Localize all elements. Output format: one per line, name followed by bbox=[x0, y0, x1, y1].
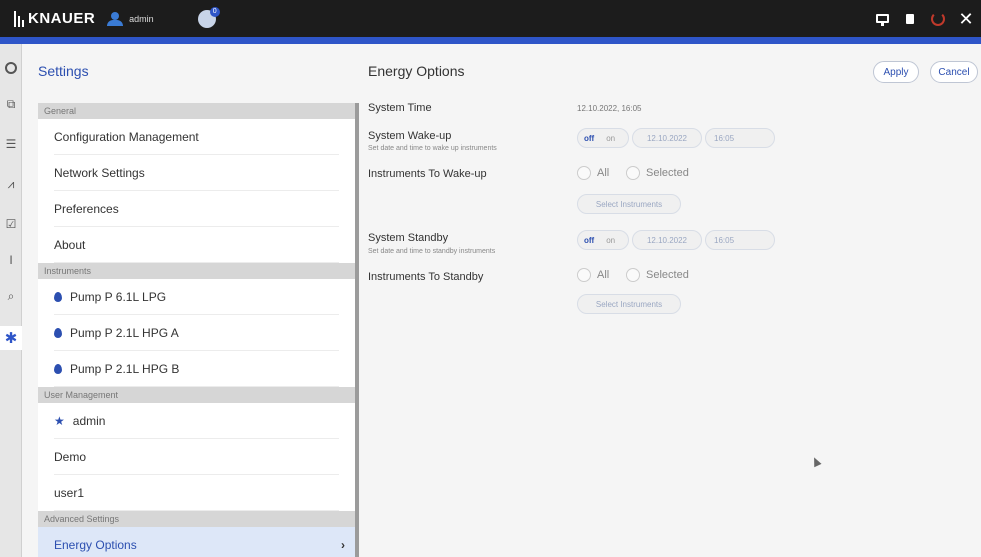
list-item-label: user1 bbox=[54, 486, 85, 500]
pump-drop-icon bbox=[54, 364, 62, 374]
system-standby-description: Set date and time to standby instruments bbox=[368, 248, 496, 255]
list-item-admin[interactable]: ★ admin bbox=[38, 403, 355, 439]
section-header-instruments: Instruments bbox=[38, 263, 355, 279]
list-item-pump-hpg-b[interactable]: Pump P 2.1L HPG B bbox=[38, 351, 355, 387]
toggle-off[interactable]: off bbox=[578, 134, 600, 143]
method-list-icon[interactable]: ☰ bbox=[0, 132, 22, 156]
run-circle-icon[interactable] bbox=[0, 56, 22, 80]
user-icon bbox=[107, 11, 124, 26]
section-header-general: General bbox=[38, 103, 355, 119]
list-item-label: Preferences bbox=[54, 202, 119, 216]
list-item-label: Pump P 2.1L HPG B bbox=[70, 362, 180, 376]
toggle-on[interactable]: on bbox=[600, 134, 621, 143]
list-item-label: Pump P 6.1L LPG bbox=[70, 290, 167, 304]
logo-bars-icon bbox=[14, 10, 24, 27]
top-bar: KNAUER admin 0 ✕ bbox=[0, 0, 981, 37]
radio-circle-icon bbox=[577, 268, 591, 282]
settings-gear-icon[interactable]: ✱ bbox=[0, 326, 22, 350]
accent-strip bbox=[0, 37, 981, 44]
window-controls: ✕ bbox=[875, 0, 974, 37]
mouse-pointer-icon bbox=[810, 455, 822, 468]
list-item-label: admin bbox=[72, 414, 106, 428]
radio-circle-icon bbox=[626, 166, 640, 180]
list-item-about[interactable]: About bbox=[38, 227, 355, 263]
wakeup-radio-all[interactable]: All bbox=[577, 166, 609, 180]
system-time-label: System Time bbox=[368, 102, 432, 114]
standby-date-field[interactable]: 12.10.2022 bbox=[632, 230, 702, 250]
search-report-icon[interactable]: ⌕ bbox=[0, 284, 22, 308]
settings-title: Settings bbox=[38, 63, 89, 79]
instruments-to-standby-label: Instruments To Standby bbox=[368, 271, 484, 283]
text-cursor-icon[interactable]: I bbox=[0, 248, 22, 272]
navigation-rail: ⧉ ☰ ⩘ ☑ I ⌕ ✱ bbox=[0, 44, 22, 557]
list-item-label: About bbox=[54, 238, 86, 252]
toggle-on[interactable]: on bbox=[600, 236, 621, 245]
cancel-button[interactable]: Cancel bbox=[930, 61, 978, 83]
standby-select-instruments-button[interactable]: Select Instruments bbox=[577, 294, 681, 314]
list-item-preferences[interactable]: Preferences bbox=[38, 191, 355, 227]
brand-name: KNAUER bbox=[28, 10, 96, 27]
system-wakeup-description: Set date and time to wake up instruments bbox=[368, 145, 497, 152]
standby-toggle[interactable]: off on bbox=[577, 230, 629, 250]
radio-label: All bbox=[597, 167, 610, 179]
radio-circle-icon bbox=[626, 268, 640, 282]
instrument-status-icon[interactable]: 0 bbox=[197, 6, 220, 28]
standby-radio-selected[interactable]: Selected bbox=[626, 268, 689, 282]
chromatogram-icon[interactable]: ⩘ bbox=[0, 172, 22, 196]
monitor-icon[interactable] bbox=[875, 12, 889, 26]
close-icon[interactable]: ✕ bbox=[958, 10, 973, 28]
wakeup-select-instruments-button[interactable]: Select Instruments bbox=[577, 194, 681, 214]
radio-circle-icon bbox=[577, 166, 591, 180]
list-scrollbar[interactable] bbox=[355, 103, 359, 557]
star-icon: ★ bbox=[54, 414, 65, 428]
instruments-network-icon[interactable]: ⧉ bbox=[0, 92, 22, 116]
list-item-energy-options[interactable]: Energy Options › bbox=[38, 527, 355, 557]
list-item-label: Configuration Management bbox=[54, 130, 199, 144]
list-item-label: Energy Options bbox=[54, 538, 137, 552]
list-item-label: Demo bbox=[54, 450, 87, 464]
standby-radio-all[interactable]: All bbox=[577, 268, 609, 282]
wakeup-toggle[interactable]: off on bbox=[577, 128, 629, 148]
system-time-value: 12.10.2022, 16:05 bbox=[577, 104, 642, 113]
wakeup-radio-selected[interactable]: Selected bbox=[626, 166, 689, 180]
radio-label: Selected bbox=[646, 269, 689, 281]
chevron-right-icon: › bbox=[341, 538, 345, 552]
notification-badge: 0 bbox=[209, 6, 220, 17]
settings-list: General Configuration Management Network… bbox=[38, 103, 355, 557]
checklist-icon[interactable]: ☑ bbox=[0, 212, 22, 236]
list-item-pump-lpg[interactable]: Pump P 6.1L LPG bbox=[38, 279, 355, 315]
pump-drop-icon bbox=[54, 292, 62, 302]
wakeup-date-field[interactable]: 12.10.2022 bbox=[632, 128, 702, 148]
toggle-off[interactable]: off bbox=[578, 236, 600, 245]
lock-icon[interactable] bbox=[903, 12, 917, 26]
list-item-pump-hpg-a[interactable]: Pump P 2.1L HPG A bbox=[38, 315, 355, 351]
system-wakeup-label: System Wake-up bbox=[368, 130, 452, 142]
apply-button[interactable]: Apply bbox=[873, 61, 919, 83]
section-header-advanced-settings: Advanced Settings bbox=[38, 511, 355, 527]
standby-time-field[interactable]: 16:05 bbox=[705, 230, 775, 250]
radio-label: All bbox=[597, 269, 610, 281]
list-item-configuration-management[interactable]: Configuration Management bbox=[38, 119, 355, 155]
energy-options-title: Energy Options bbox=[368, 63, 465, 79]
knauer-logo: KNAUER bbox=[14, 10, 95, 27]
radio-label: Selected bbox=[646, 167, 689, 179]
list-item-user1[interactable]: user1 bbox=[38, 475, 355, 511]
system-standby-label: System Standby bbox=[368, 232, 449, 244]
list-item-label: Network Settings bbox=[54, 166, 145, 180]
section-header-user-management: User Management bbox=[38, 387, 355, 403]
current-user[interactable]: admin bbox=[107, 11, 154, 26]
power-icon[interactable] bbox=[931, 11, 945, 26]
wakeup-time-field[interactable]: 16:05 bbox=[705, 128, 775, 148]
pump-drop-icon bbox=[54, 328, 62, 338]
list-item-network-settings[interactable]: Network Settings bbox=[38, 155, 355, 191]
user-name: admin bbox=[129, 13, 154, 24]
list-item-label: Pump P 2.1L HPG A bbox=[70, 326, 179, 340]
instruments-to-wakeup-label: Instruments To Wake-up bbox=[368, 168, 487, 180]
list-item-demo[interactable]: Demo bbox=[38, 439, 355, 475]
